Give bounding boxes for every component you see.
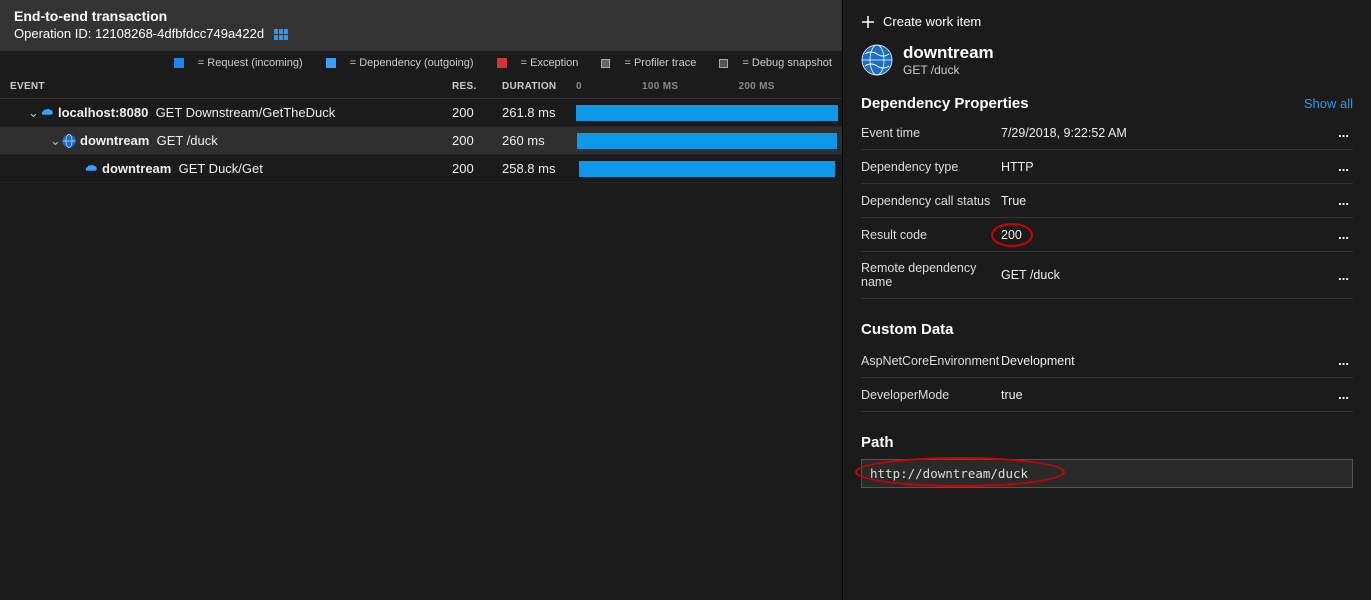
row-bar: [579, 161, 836, 177]
row-text: GET /duck: [157, 133, 218, 148]
operation-grid-icon[interactable]: [274, 29, 288, 41]
property-key: Result code: [861, 228, 1001, 242]
property-key: Remote dependency name: [861, 261, 1001, 289]
row-host: downtream: [102, 161, 171, 176]
more-button[interactable]: ...: [1334, 193, 1353, 208]
more-button[interactable]: ...: [1334, 159, 1353, 174]
cloud-icon: [84, 162, 98, 176]
custom-data-title: Custom Data: [861, 321, 1353, 338]
property-row: Result code200...: [861, 218, 1353, 252]
more-button[interactable]: ...: [1334, 227, 1353, 242]
legend-debug: = Debug snapshot: [709, 57, 832, 69]
row-bar: [577, 133, 836, 149]
property-value: true: [1001, 388, 1023, 402]
globe-icon: [62, 134, 76, 148]
legend: = Request (incoming) = Dependency (outgo…: [0, 51, 842, 75]
table-row[interactable]: downtream GET Duck/Get 200258.8 ms: [0, 155, 842, 183]
property-row: Dependency typeHTTP...: [861, 150, 1353, 184]
dependency-header: downtream GET /duck: [861, 43, 1353, 77]
table-row[interactable]: ⌄ downtream GET /duck 200260 ms: [0, 127, 842, 155]
dep-props-section-head: Dependency Properties Show all: [861, 95, 1353, 112]
row-res: 200: [442, 155, 492, 183]
property-row: Event time7/29/2018, 9:22:52 AM...: [861, 116, 1353, 150]
globe-icon: [861, 44, 893, 76]
legend-exception: = Exception: [487, 57, 579, 69]
property-value: Development: [1001, 354, 1075, 368]
more-button[interactable]: ...: [1334, 387, 1353, 402]
legend-request: = Request (incoming): [164, 57, 303, 69]
property-key: AspNetCoreEnvironment: [861, 354, 1001, 368]
table-row[interactable]: ⌄ localhost:8080 GET Downstream/GetTheDuc…: [0, 99, 842, 127]
property-key: Dependency type: [861, 160, 1001, 174]
path-title: Path: [861, 434, 1353, 451]
row-text: GET Duck/Get: [179, 161, 263, 176]
create-work-item-button[interactable]: Create work item: [861, 10, 1353, 43]
transaction-header: End-to-end transaction Operation ID: 121…: [0, 0, 842, 51]
col-duration[interactable]: Duration: [492, 75, 572, 99]
property-value: GET /duck: [1001, 268, 1060, 282]
header-title: End-to-end transaction: [14, 8, 828, 24]
property-value: HTTP: [1001, 160, 1034, 174]
dependency-sub: GET /duck: [903, 63, 994, 77]
property-key: Dependency call status: [861, 194, 1001, 208]
more-button[interactable]: ...: [1334, 125, 1353, 140]
details-panel: Create work item downtream GET /duck Dep…: [843, 0, 1371, 600]
left-panel: End-to-end transaction Operation ID: 121…: [0, 0, 843, 600]
show-all-link[interactable]: Show all: [1304, 96, 1353, 111]
row-bar: [576, 105, 838, 121]
row-duration: 261.8 ms: [492, 99, 572, 127]
row-host: localhost:8080: [58, 105, 148, 120]
header-subtitle: Operation ID: 12108268-4dfbfdcc749a422d: [14, 26, 828, 41]
col-res[interactable]: Res.: [442, 75, 492, 99]
chevron-down-icon[interactable]: ⌄: [50, 133, 60, 149]
plus-icon: [861, 15, 875, 29]
col-timeline: 0 100 MS 200 MS: [572, 75, 842, 99]
property-row: Remote dependency nameGET /duck...: [861, 252, 1353, 299]
property-value: 7/29/2018, 9:22:52 AM: [1001, 126, 1127, 140]
property-key: DeveloperMode: [861, 388, 1001, 402]
property-key: Event time: [861, 126, 1001, 140]
row-duration: 260 ms: [492, 127, 572, 155]
row-host: downtream: [80, 133, 149, 148]
row-res: 200: [442, 127, 492, 155]
row-duration: 258.8 ms: [492, 155, 572, 183]
col-event[interactable]: Event: [0, 75, 442, 99]
more-button[interactable]: ...: [1334, 268, 1353, 283]
property-row: AspNetCoreEnvironmentDevelopment...: [861, 344, 1353, 378]
legend-profiler: = Profiler trace: [591, 57, 696, 69]
path-value[interactable]: http://downtream/duck: [861, 459, 1353, 488]
property-value: True: [1001, 194, 1026, 208]
property-value: 200: [1001, 228, 1022, 242]
more-button[interactable]: ...: [1334, 353, 1353, 368]
legend-dependency: = Dependency (outgoing): [316, 57, 474, 69]
dependency-name: downtream: [903, 43, 994, 63]
property-row: DeveloperModetrue...: [861, 378, 1353, 412]
chevron-down-icon[interactable]: ⌄: [28, 105, 38, 121]
row-res: 200: [442, 99, 492, 127]
property-row: Dependency call statusTrue...: [861, 184, 1353, 218]
cloud-icon: [40, 106, 54, 120]
transaction-table: Event Res. Duration 0 100 MS 200 MS ⌄ loc…: [0, 75, 842, 183]
row-text: GET Downstream/GetTheDuck: [156, 105, 336, 120]
